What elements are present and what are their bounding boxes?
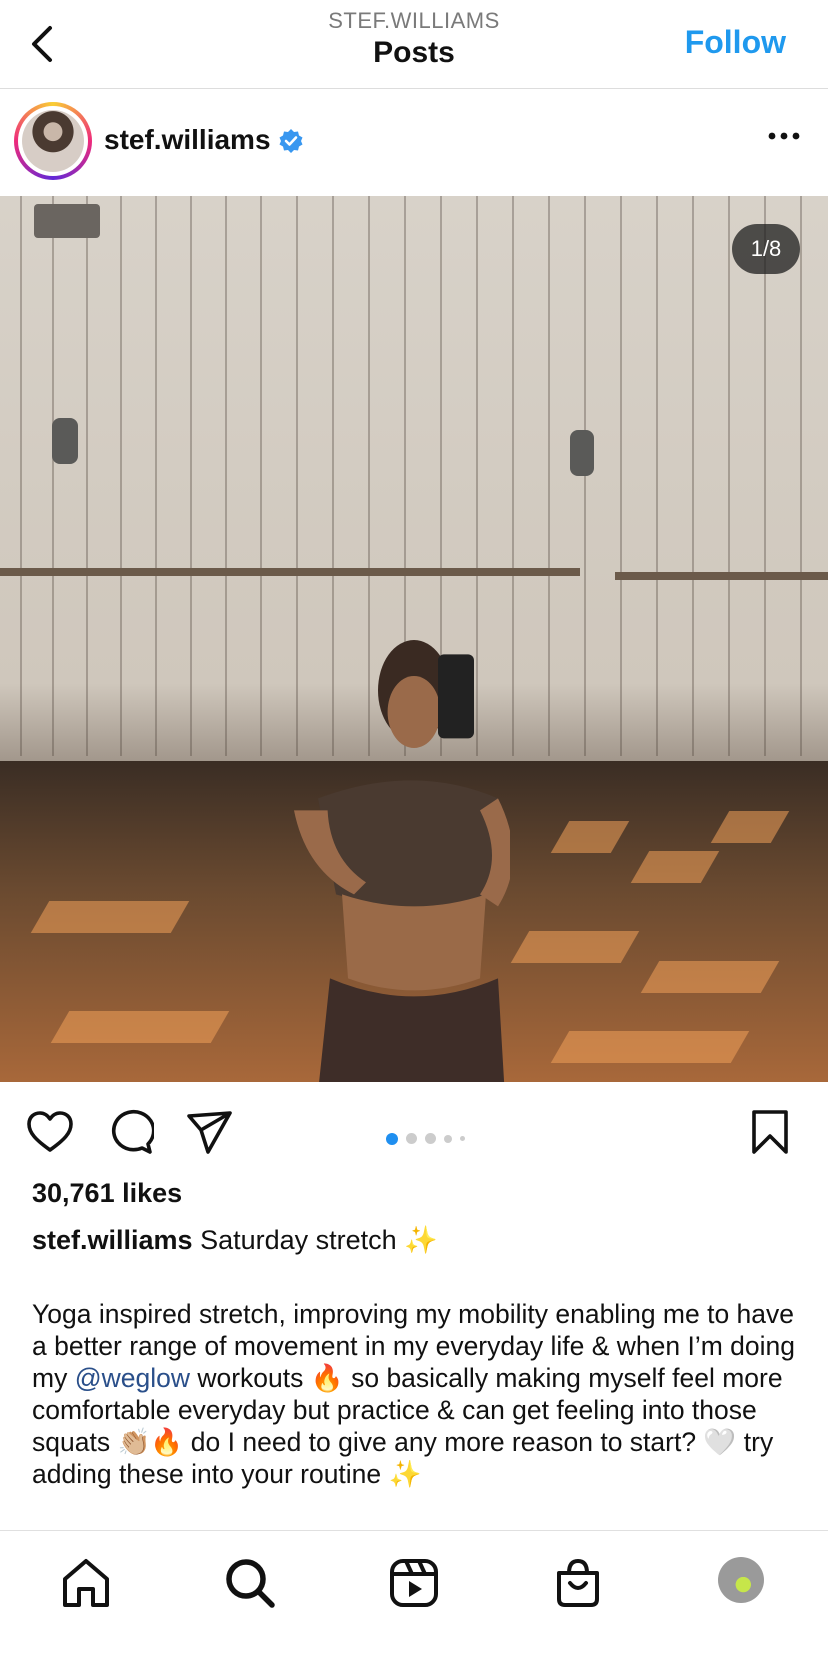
carousel-indicator xyxy=(386,1130,473,1145)
carousel-dot xyxy=(460,1136,465,1142)
profile-avatar[interactable] xyxy=(718,1557,764,1603)
carousel-dot xyxy=(425,1133,436,1145)
post-username[interactable]: stef.williams xyxy=(104,124,271,156)
follow-button[interactable]: Follow xyxy=(685,24,786,61)
caption-username[interactable]: stef.williams xyxy=(32,1225,193,1255)
image-counter: 1/8 xyxy=(732,224,800,274)
post-header: stef.williams xyxy=(0,88,828,196)
comment-icon[interactable] xyxy=(106,1108,154,1156)
search-icon[interactable] xyxy=(224,1557,276,1609)
carousel-dot xyxy=(386,1132,398,1145)
share-icon[interactable] xyxy=(186,1108,234,1156)
more-icon[interactable] xyxy=(768,132,800,140)
caption-header: stef.williams Saturday stretch ✨ xyxy=(32,1224,438,1256)
reels-icon[interactable] xyxy=(388,1557,440,1609)
photo-subject xyxy=(294,640,510,1082)
post-image[interactable]: 1/8 xyxy=(0,196,828,1082)
caption-mention[interactable]: @weglow xyxy=(75,1363,190,1393)
carousel-dot xyxy=(444,1134,452,1143)
avatar[interactable] xyxy=(14,102,92,180)
likes-count[interactable]: 30,761 likes xyxy=(32,1178,182,1209)
bookmark-icon[interactable] xyxy=(746,1108,794,1156)
caption-body: Yoga inspired stretch, improving my mobi… xyxy=(32,1298,802,1490)
bottom-nav xyxy=(0,1530,828,1653)
home-icon[interactable] xyxy=(60,1557,112,1609)
shop-icon[interactable] xyxy=(552,1557,604,1609)
verified-icon xyxy=(279,129,303,153)
caption-title: Saturday stretch ✨ xyxy=(200,1225,438,1255)
post-actions xyxy=(0,1082,828,1178)
top-bar: STEF.WILLIAMS Posts Follow xyxy=(0,0,828,89)
carousel-dot xyxy=(406,1133,417,1145)
heart-icon[interactable] xyxy=(26,1108,74,1156)
